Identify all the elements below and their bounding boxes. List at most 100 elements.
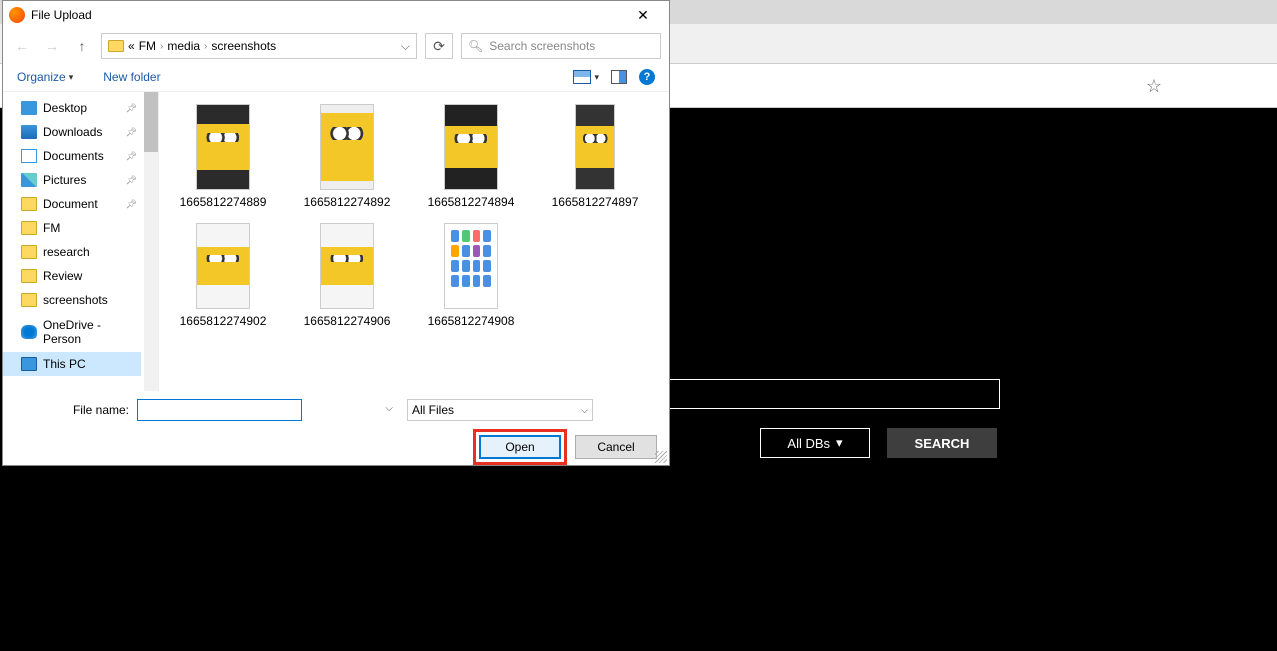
breadcrumb-part[interactable]: media bbox=[167, 39, 200, 53]
file-item[interactable]: 1665812274908 bbox=[419, 219, 523, 332]
resize-grip[interactable] bbox=[655, 451, 667, 463]
sidebar-item-label: research bbox=[43, 245, 90, 259]
help-button[interactable]: ? bbox=[639, 69, 655, 85]
file-item[interactable]: 1665812274902 bbox=[171, 219, 275, 332]
file-thumbnail bbox=[444, 104, 498, 190]
folder-icon bbox=[21, 221, 37, 235]
view-mode-button[interactable]: ▾ bbox=[573, 70, 599, 84]
sidebar-item-label: Documents bbox=[43, 149, 104, 163]
file-name-label: 1665812274906 bbox=[304, 314, 391, 328]
breadcrumb-part[interactable]: FM bbox=[139, 39, 156, 53]
file-name-label: 1665812274897 bbox=[552, 195, 639, 209]
chevron-down-icon: ▾ bbox=[594, 72, 599, 83]
file-upload-dialog: File Upload ✕ ← → ↑ « FM › media › scree… bbox=[2, 0, 670, 466]
address-breadcrumb[interactable]: « FM › media › screenshots ⌵ bbox=[101, 33, 417, 59]
dialog-footer: File name: ⌵ All Files ⌵ Open Cancel bbox=[3, 391, 669, 477]
file-name-input[interactable] bbox=[137, 399, 302, 421]
docs-icon bbox=[21, 149, 37, 163]
sidebar-item-screenshots[interactable]: screenshots bbox=[3, 288, 141, 312]
sidebar-item-label: Pictures bbox=[43, 173, 86, 187]
file-thumbnail bbox=[196, 104, 250, 190]
desktop-icon bbox=[21, 101, 37, 115]
file-name-label: 1665812274892 bbox=[304, 195, 391, 209]
close-button[interactable]: ✕ bbox=[623, 1, 663, 29]
sidebar-item-documents[interactable]: Documents 📌︎ bbox=[3, 144, 141, 168]
navigation-sidebar: Desktop📌︎Downloads📌︎Documents📌︎Pictures📌… bbox=[3, 92, 159, 391]
file-thumbnail bbox=[320, 104, 374, 190]
sidebar-item-label: screenshots bbox=[43, 293, 108, 307]
nav-forward-button[interactable]: → bbox=[41, 35, 63, 57]
pin-icon: 📌︎ bbox=[126, 199, 137, 210]
nav-up-button[interactable]: ↑ bbox=[71, 35, 93, 57]
file-thumbnail bbox=[320, 223, 374, 309]
file-name-label: 1665812274894 bbox=[428, 195, 515, 209]
folder-icon bbox=[21, 293, 37, 307]
sidebar-item-onedrive-person[interactable]: OneDrive - Person bbox=[3, 320, 141, 344]
file-item[interactable]: 1665812274906 bbox=[295, 219, 399, 332]
sidebar-item-label: FM bbox=[43, 221, 60, 235]
file-item[interactable]: 1665812274894 bbox=[419, 100, 523, 213]
breadcrumb-part[interactable]: screenshots bbox=[211, 39, 276, 53]
file-name-label: 1665812274908 bbox=[428, 314, 515, 328]
scrollbar-track[interactable] bbox=[144, 92, 158, 391]
chevron-down-icon: ▾ bbox=[836, 435, 843, 451]
sidebar-item-label: Document bbox=[43, 197, 98, 211]
pin-icon: 📌︎ bbox=[126, 175, 137, 186]
file-item[interactable]: 1665812274892 bbox=[295, 100, 399, 213]
scrollbar-thumb[interactable] bbox=[144, 92, 158, 152]
chevron-right-icon: › bbox=[160, 41, 163, 52]
file-thumbnail bbox=[196, 223, 250, 309]
sidebar-item-this-pc[interactable]: This PC bbox=[3, 352, 141, 376]
bookmark-star-icon[interactable]: ☆ bbox=[1146, 76, 1162, 97]
file-name-label: 1665812274889 bbox=[180, 195, 267, 209]
sidebar-item-label: Desktop bbox=[43, 101, 87, 115]
new-folder-button[interactable]: New folder bbox=[103, 70, 160, 84]
sidebar-item-fm[interactable]: FM bbox=[3, 216, 141, 240]
chevron-down-icon: ⌵ bbox=[581, 405, 588, 416]
file-type-filter-label: All Files bbox=[412, 403, 454, 417]
dialog-toolbar: Organize ▾ New folder ▾ ? bbox=[3, 63, 669, 91]
pics-icon bbox=[21, 173, 37, 187]
sidebar-item-downloads[interactable]: Downloads 📌︎ bbox=[3, 120, 141, 144]
sidebar-item-document[interactable]: Document 📌︎ bbox=[3, 192, 141, 216]
dialog-nav-row: ← → ↑ « FM › media › screenshots ⌵ ⟳ 🔍︎ … bbox=[3, 29, 669, 63]
file-item[interactable]: 1665812274889 bbox=[171, 100, 275, 213]
folder-icon bbox=[21, 245, 37, 259]
sidebar-item-review[interactable]: Review bbox=[3, 264, 141, 288]
file-list: 1665812274889 1665812274892 1665812274894 1… bbox=[159, 92, 669, 391]
dialog-body: Desktop📌︎Downloads📌︎Documents📌︎Pictures📌… bbox=[3, 91, 669, 391]
file-thumbnail bbox=[444, 223, 498, 309]
chevron-down-icon: ▾ bbox=[69, 72, 74, 83]
search-icon: 🔍︎ bbox=[468, 39, 483, 53]
chevron-down-icon[interactable]: ⌵ bbox=[401, 39, 410, 54]
sidebar-item-pictures[interactable]: Pictures 📌︎ bbox=[3, 168, 141, 192]
folder-icon bbox=[21, 269, 37, 283]
open-button[interactable]: Open bbox=[479, 435, 561, 459]
pin-icon: 📌︎ bbox=[126, 127, 137, 138]
nav-back-button[interactable]: ← bbox=[11, 35, 33, 57]
organize-button[interactable]: Organize ▾ bbox=[17, 70, 73, 84]
refresh-button[interactable]: ⟳ bbox=[425, 33, 453, 59]
open-button-highlight: Open bbox=[473, 429, 567, 465]
folder-icon bbox=[108, 40, 124, 52]
downloads-icon bbox=[21, 125, 37, 139]
sidebar-item-research[interactable]: research bbox=[3, 240, 141, 264]
chevron-down-icon[interactable]: ⌵ bbox=[385, 403, 393, 414]
dialog-titlebar: File Upload ✕ bbox=[3, 1, 669, 29]
search-button[interactable]: SEARCH bbox=[887, 428, 997, 458]
cancel-button[interactable]: Cancel bbox=[575, 435, 657, 459]
search-input[interactable]: 🔍︎ Search screenshots bbox=[461, 33, 661, 59]
thispc-icon bbox=[21, 357, 37, 371]
preview-pane-button[interactable] bbox=[611, 70, 627, 84]
view-thumbnails-icon bbox=[573, 70, 591, 84]
sidebar-item-label: OneDrive - Person bbox=[43, 318, 135, 346]
sidebar-item-label: Downloads bbox=[43, 125, 102, 139]
folder-icon bbox=[21, 197, 37, 211]
pin-icon: 📌︎ bbox=[126, 151, 137, 162]
search-placeholder: Search screenshots bbox=[489, 39, 595, 53]
file-type-filter[interactable]: All Files ⌵ bbox=[407, 399, 593, 421]
file-item[interactable]: 1665812274897 bbox=[543, 100, 647, 213]
sidebar-item-desktop[interactable]: Desktop📌︎ bbox=[3, 96, 141, 120]
database-select-button[interactable]: All DBs ▾ bbox=[760, 428, 870, 458]
file-thumbnail bbox=[575, 104, 615, 190]
